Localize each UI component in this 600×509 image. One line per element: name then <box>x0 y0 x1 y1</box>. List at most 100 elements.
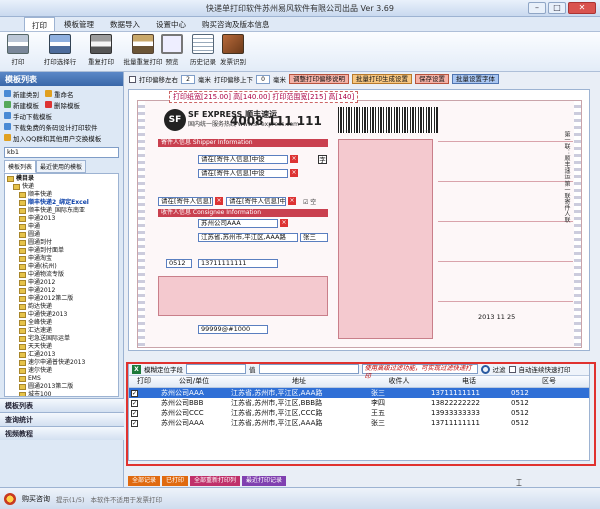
delete-template-button[interactable]: 删除模板 <box>45 100 80 110</box>
offset-lr-checkbox[interactable] <box>129 75 136 83</box>
receiver-name-field[interactable]: 张三 <box>300 233 328 242</box>
table-row[interactable]: ✓ 苏州公司BBB 江苏省,苏州市,平江区,BBB路 李四 1382222222… <box>129 398 589 408</box>
tree-item[interactable]: 顺丰快递_国际东南亚 <box>7 207 116 215</box>
date-field[interactable]: 2013 11 25 <box>478 313 515 321</box>
menu-settings[interactable]: 设置中心 <box>149 17 193 31</box>
sender-company-clear-icon[interactable]: × <box>290 155 298 163</box>
sender-extra-field-2[interactable]: 请在[寄件人信息]中设 <box>226 197 286 206</box>
tab-recent-templates[interactable]: 最近使用的模板 <box>36 160 87 173</box>
tree-item[interactable]: 圆通到付 <box>7 239 116 247</box>
tab-template-list[interactable]: 模板列表 <box>4 160 37 173</box>
tree-item[interactable]: 申通2012 <box>7 279 116 287</box>
column-company[interactable]: 公司/单位 <box>159 376 229 388</box>
tree-item[interactable]: 快递 <box>7 183 116 191</box>
row-print-checkbox[interactable]: ✓ <box>131 409 138 417</box>
tree-item[interactable]: 顺丰快递 <box>7 191 116 199</box>
table-row[interactable]: ✓ 苏州公司AAA 江苏省,苏州市,平江区,AAA路 张三 1371111111… <box>129 418 589 428</box>
advanced-filter-hint[interactable]: 使用高级过滤功能，可实现过滤快递打印 <box>361 364 478 380</box>
filter-value-input[interactable] <box>258 364 359 374</box>
sender-extra-field-1[interactable]: 请在[寄件人信息]中设 <box>158 197 213 206</box>
column-print[interactable]: 打印 <box>129 376 159 388</box>
column-phone[interactable]: 电话 <box>429 376 509 388</box>
qq-icon[interactable] <box>4 492 16 505</box>
filter-button[interactable]: 过滤 <box>493 364 506 374</box>
tree-item[interactable]: 申通2012第二版 <box>7 295 116 303</box>
tree-item[interactable]: 中通物流专版 <box>7 271 116 279</box>
tree-item[interactable]: 申通2013 <box>7 215 116 223</box>
tree-item[interactable]: 申通2012 <box>7 287 116 295</box>
receiver-address-field[interactable]: 江苏省,苏州市,平江区,AAA路 <box>198 233 298 242</box>
sender-address-field[interactable]: 请在[寄件人信息]中设 <box>198 169 288 178</box>
menu-about[interactable]: 购买咨询及版本信息 <box>195 17 277 31</box>
ocr-button[interactable]: 发票识别 <box>218 34 248 70</box>
receiver-company-field[interactable]: 苏州公司AAA <box>198 219 278 228</box>
tab-all-records[interactable]: 全部记录 <box>128 476 161 486</box>
save-settings-button[interactable]: 保存设置 <box>415 74 449 84</box>
tab-printed[interactable]: 已打印 <box>162 476 189 486</box>
excel-icon[interactable]: X <box>132 364 141 374</box>
minimize-button[interactable]: – <box>528 2 546 14</box>
tree-item[interactable]: 韵达快递 <box>7 303 116 311</box>
close-button[interactable]: ✕ <box>568 2 596 14</box>
reprint-button[interactable]: 重复打印 <box>84 34 118 70</box>
sender-extra-2-clear-icon[interactable]: × <box>288 197 296 205</box>
preview-button[interactable]: 预览 <box>160 34 184 70</box>
auto-print-checkbox[interactable] <box>508 365 516 373</box>
tree-item[interactable]: 中通快递2013 <box>7 311 116 319</box>
section-template-list[interactable]: 模板列表 <box>0 398 124 412</box>
history-button[interactable]: 历史记录 <box>188 34 218 70</box>
menu-import[interactable]: 数据导入 <box>103 17 147 31</box>
tree-item[interactable]: 汇通2013 <box>7 351 116 359</box>
font-toggle-icon[interactable]: 字 <box>318 155 327 164</box>
row-print-checkbox[interactable]: ✓ <box>131 389 138 397</box>
rename-button[interactable]: 重命名 <box>45 89 74 99</box>
receiver-phone-field[interactable]: 13711111111 <box>198 259 278 268</box>
tree-item[interactable]: 申通 <box>7 223 116 231</box>
tree-item[interactable]: 天天快递 <box>7 343 116 351</box>
tree-item[interactable]: 宅急送国际运单 <box>7 335 116 343</box>
menu-print[interactable]: 打印 <box>24 17 55 31</box>
tree-item[interactable]: 城市100 <box>7 391 116 396</box>
tree-item[interactable]: 圆通 <box>7 231 116 239</box>
row-print-checkbox[interactable]: ✓ <box>131 399 138 407</box>
offset-lr-input[interactable]: 2 <box>181 74 195 84</box>
new-template-button[interactable]: 新建模板 <box>4 100 39 110</box>
maximize-button[interactable]: □ <box>548 2 566 14</box>
menu-templates[interactable]: 模板管理 <box>57 17 101 31</box>
column-recipient[interactable]: 收件人 <box>369 376 429 388</box>
batch-settings-button[interactable]: 批量打印生成设置 <box>352 74 412 84</box>
tree-item[interactable]: 申通到付面单 <box>7 247 116 255</box>
download-barcode-link[interactable]: 下载免费的条码设计打印软件 <box>4 122 98 132</box>
table-row[interactable]: ✓ 苏州公司CCC 江苏省,苏州市,平江区,CCC路 王五 1393333333… <box>129 408 589 418</box>
tree-item[interactable]: 顺丰快递2_绑定Excel <box>7 199 116 207</box>
tree-item[interactable]: 申通淘宝 <box>7 255 116 263</box>
sender-address-clear-icon[interactable]: × <box>290 169 298 177</box>
batch-font-button[interactable]: 批量设置字体 <box>452 74 499 84</box>
section-video-tutorial[interactable]: 视频教程 <box>0 426 124 440</box>
print-button[interactable]: 打印 <box>6 34 30 70</box>
filter-field-select[interactable] <box>186 364 246 374</box>
tree-item[interactable]: 申通(杭州) <box>7 263 116 271</box>
join-qq-link[interactable]: 加入QQ群和其他用户交换模板 <box>4 133 101 143</box>
postal-code-field[interactable]: 0512 <box>166 259 192 268</box>
tree-item[interactable]: EMS <box>7 375 116 383</box>
tree-item[interactable]: 汇达速递 <box>7 327 116 335</box>
sender-company-field[interactable]: 请在[寄件人信息]中设 <box>198 155 288 164</box>
sender-extra-1-clear-icon[interactable]: × <box>215 197 223 205</box>
purchase-link[interactable]: 购买咨询 <box>22 494 50 504</box>
tab-reprint-all[interactable]: 全部重新打印列 <box>190 476 241 486</box>
receiver-company-clear-icon[interactable]: × <box>280 219 288 227</box>
tree-item[interactable]: 速尔申通普快递2013 <box>7 359 116 367</box>
table-row[interactable]: ✓ 苏州公司AAA 江苏省,苏州市,平江区,AAA路 张三 1371111111… <box>129 387 589 398</box>
column-area-code[interactable]: 区号 <box>509 376 589 388</box>
sender-option-checkbox[interactable]: ☑ 空 <box>303 197 316 206</box>
section-query-stats[interactable]: 查询统计 <box>0 412 124 426</box>
column-address[interactable]: 地址 <box>229 376 369 388</box>
order-number-field[interactable]: 99999@#1000 <box>198 325 268 334</box>
tab-recent-records[interactable]: 最近打印记录 <box>242 476 287 486</box>
tree-item[interactable]: 速尔快递 <box>7 367 116 375</box>
search-icon[interactable] <box>480 364 490 374</box>
tree-item[interactable]: 模目录 <box>7 175 116 183</box>
new-category-button[interactable]: 新建类别 <box>4 89 39 99</box>
template-search-input[interactable]: kb1 <box>4 147 119 158</box>
